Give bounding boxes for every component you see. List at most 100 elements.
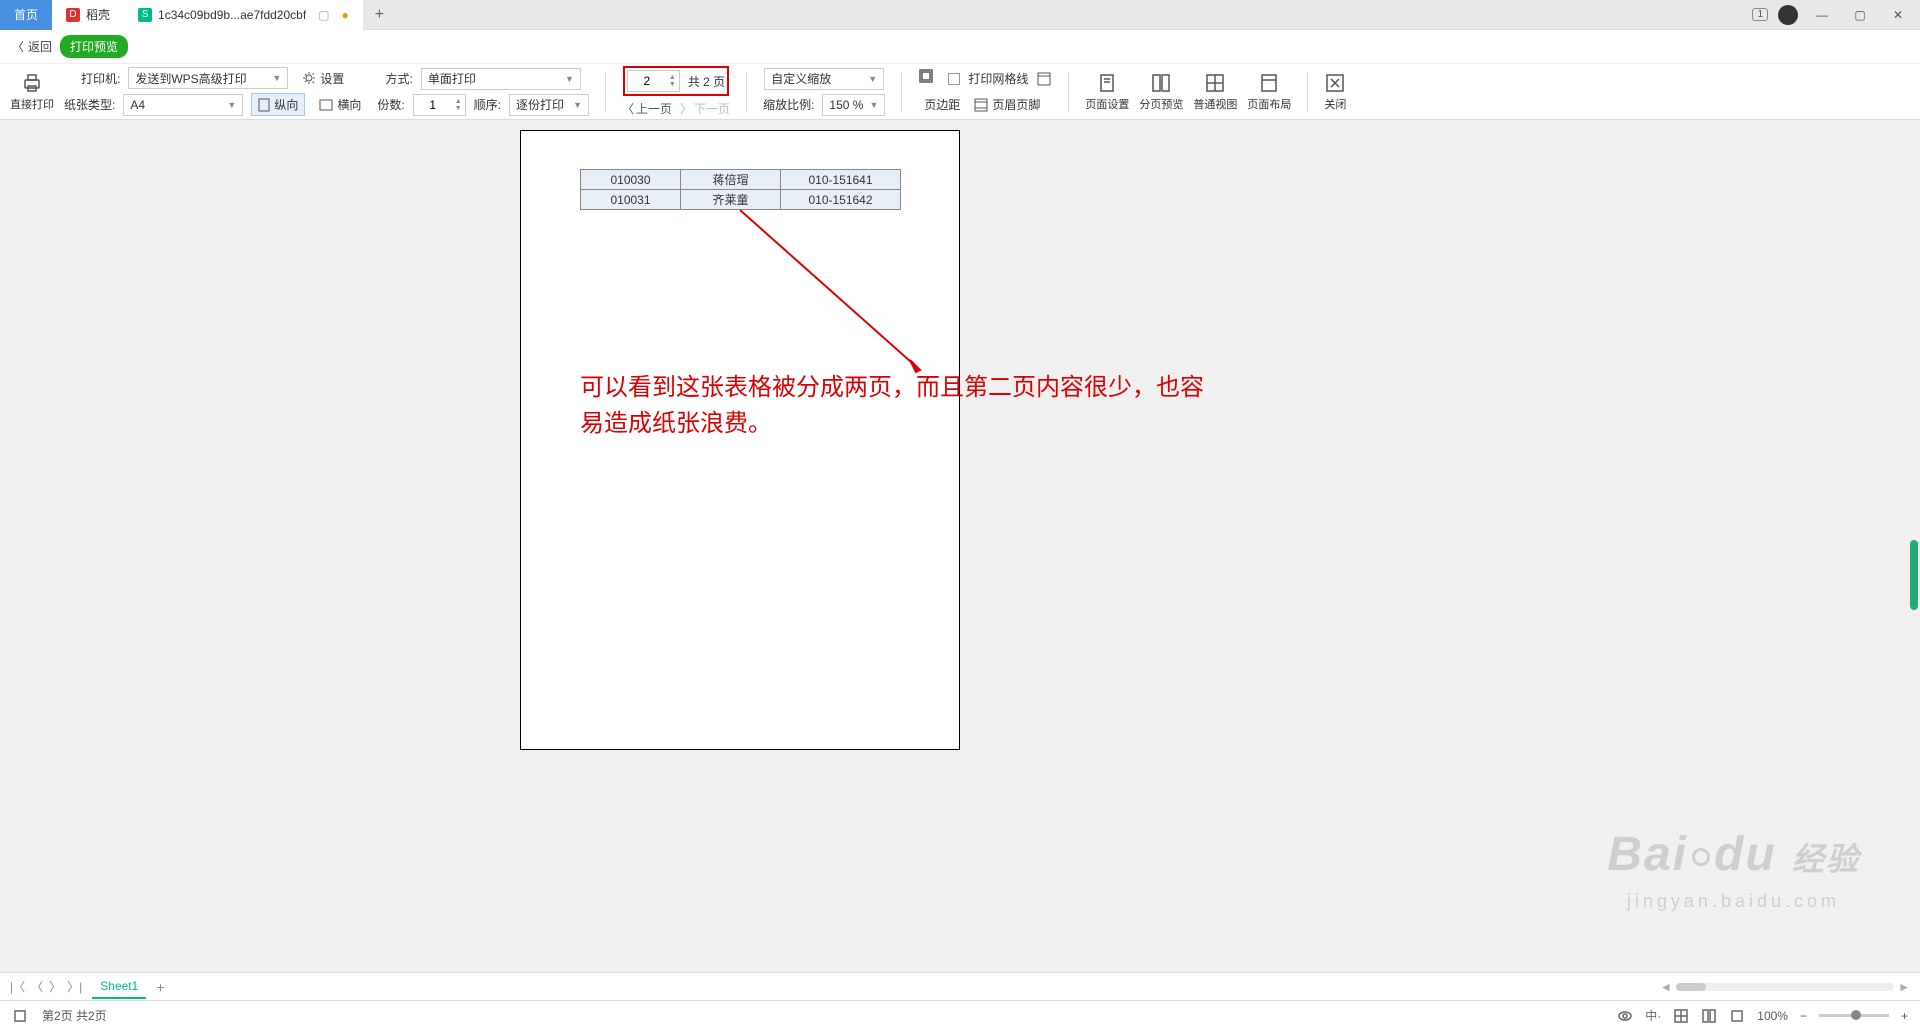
- portrait-icon: [258, 98, 270, 112]
- printer-select[interactable]: 发送到WPS高级打印▼: [128, 67, 288, 89]
- scale-select[interactable]: 150 %▼: [822, 94, 885, 116]
- landscape-icon: [319, 99, 333, 111]
- view-page-icon[interactable]: [1701, 1008, 1717, 1024]
- annotation-line1: 可以看到这张表格被分成两页，而且第二页内容很少，也容: [580, 370, 1380, 406]
- caret-down-icon: ▼: [565, 74, 574, 84]
- back-button[interactable]: 〈 返回: [12, 38, 52, 55]
- gear-icon: [302, 71, 316, 85]
- page-setup-icon: [1096, 72, 1118, 94]
- print-grid-checkbox[interactable]: [948, 73, 960, 85]
- page-input[interactable]: [628, 74, 666, 88]
- toolbar-separator: [901, 72, 902, 112]
- page-setup-button[interactable]: 页面设置: [1085, 72, 1129, 112]
- normal-view-button[interactable]: 普通视图: [1193, 72, 1237, 112]
- spreadsheet-icon: S: [138, 8, 152, 22]
- toolbar-separator: [746, 72, 747, 112]
- next-page-button[interactable]: 〉下一页: [680, 100, 730, 117]
- zoom-knob[interactable]: [1851, 1010, 1861, 1020]
- notif-badge[interactable]: 1: [1752, 8, 1768, 21]
- tab-document-label: 1c34c09bd9b...ae7fdd20cbf: [158, 8, 306, 22]
- user-avatar[interactable]: [1778, 5, 1798, 25]
- watermark-logo: Baidu 经验: [1607, 827, 1860, 882]
- sheet-add-button[interactable]: +: [156, 979, 164, 995]
- header-footer-icon-sm: [1036, 71, 1052, 87]
- horizontal-scrollbar[interactable]: ◄ ►: [1660, 982, 1910, 992]
- copies-input[interactable]: [414, 98, 452, 112]
- printer-settings-button[interactable]: 设置: [296, 67, 350, 89]
- scale-label: 缩放比例:: [763, 96, 814, 113]
- toolbar-separator: [1068, 72, 1069, 112]
- vertical-scrollbar[interactable]: [1908, 120, 1918, 972]
- spin-up-icon[interactable]: ▲: [455, 98, 462, 105]
- page-break-icon: [1150, 72, 1172, 94]
- annotation-line2: 易造成纸张浪费。: [580, 406, 1380, 442]
- prev-page-button[interactable]: 〈上一页: [622, 100, 672, 117]
- spin-down-icon[interactable]: ▼: [455, 105, 462, 112]
- close-preview-button[interactable]: 关闭: [1324, 72, 1346, 112]
- tab-document[interactable]: S 1c34c09bd9b...ae7fdd20cbf ▢ ●: [124, 0, 363, 30]
- sheet-next-button[interactable]: 〉: [49, 978, 61, 995]
- caret-down-icon: ▼: [573, 100, 582, 110]
- toolbar-separator: [1307, 72, 1308, 112]
- back-bar: 〈 返回 打印预览: [0, 30, 1920, 64]
- page-break-button[interactable]: 分页预览: [1139, 72, 1183, 112]
- sheet-last-button[interactable]: 〉|: [67, 978, 82, 995]
- page-spinner[interactable]: ▲▼: [627, 70, 680, 92]
- chinese-input-icon[interactable]: 中·: [1645, 1008, 1661, 1024]
- annotation-text: 可以看到这张表格被分成两页，而且第二页内容很少，也容 易造成纸张浪费。: [580, 370, 1380, 442]
- tab-new-button[interactable]: +: [363, 6, 396, 24]
- close-icon: [1324, 72, 1346, 94]
- minimize-button[interactable]: —: [1808, 5, 1836, 25]
- status-bar: 第2页 共2页 中· 100% − +: [0, 1000, 1920, 1030]
- margins-label[interactable]: 页边距: [924, 96, 960, 113]
- sheet-first-button[interactable]: |〈: [10, 978, 25, 995]
- caret-down-icon: ▼: [869, 100, 878, 110]
- zoom-slider[interactable]: [1819, 1014, 1889, 1017]
- zoom-mode-select[interactable]: 自定义缩放▼: [764, 68, 884, 90]
- eye-icon[interactable]: [1617, 1008, 1633, 1024]
- back-label: 返回: [28, 38, 52, 55]
- direct-print-label: 直接打印: [10, 96, 54, 112]
- mode-select[interactable]: 单面打印▼: [421, 68, 581, 90]
- page-title-badge: 打印预览: [60, 35, 128, 58]
- zoom-out-button[interactable]: −: [1800, 1009, 1807, 1023]
- tab-home[interactable]: 首页: [0, 0, 52, 30]
- paper-select[interactable]: A4▼: [123, 94, 243, 116]
- sheet-tab-bar: |〈 〈 〉 〉| Sheet1 + ◄ ►: [0, 972, 1920, 1000]
- tab-monitor-icon: ▢: [318, 8, 329, 22]
- view-custom-icon[interactable]: [1729, 1008, 1745, 1024]
- tab-daoke[interactable]: D 稻壳: [52, 0, 124, 30]
- print-grid-label: 打印网格线: [968, 70, 1028, 87]
- view-normal-icon[interactable]: [1673, 1008, 1689, 1024]
- copies-spinner[interactable]: ▲▼: [413, 94, 466, 116]
- watermark-url: jingyan.baidu.com: [1627, 891, 1840, 912]
- orientation-landscape[interactable]: 横向: [313, 94, 367, 115]
- sheet-nav: |〈 〈 〉 〉|: [10, 978, 82, 995]
- chevron-left-icon: 〈: [622, 100, 634, 117]
- tab-dirty-icon: ●: [342, 8, 349, 22]
- header-footer-button[interactable]: 页眉页脚: [968, 94, 1046, 116]
- mode-group: 方式: 单面打印▼ 份数: ▲▼ 顺序: 逐份打印▼: [377, 68, 589, 116]
- sheet-tab[interactable]: Sheet1: [92, 975, 146, 999]
- print-toolbar: 直接打印 打印机: 发送到WPS高级打印▼ 设置 纸张类型: A4▼ 纵向 横向: [0, 64, 1920, 120]
- page-layout-button[interactable]: 页面布局: [1247, 72, 1291, 112]
- sheet-prev-button[interactable]: 〈: [31, 978, 43, 995]
- orientation-portrait[interactable]: 纵向: [251, 93, 305, 116]
- spin-down-icon[interactable]: ▼: [669, 81, 676, 88]
- zoom-in-button[interactable]: +: [1901, 1009, 1908, 1023]
- mode-label: 方式:: [386, 70, 413, 87]
- preview-canvas: 010030 蒋倍瑁 010-151641 010031 齐莱童 010-151…: [0, 120, 1920, 972]
- close-window-button[interactable]: ✕: [1884, 5, 1912, 25]
- scrollbar-thumb[interactable]: [1910, 540, 1918, 610]
- order-select[interactable]: 逐份打印▼: [509, 94, 589, 116]
- direct-print-button[interactable]: 直接打印: [10, 72, 54, 112]
- zoom-value[interactable]: 100%: [1757, 1009, 1788, 1023]
- printer-icon: [21, 72, 43, 94]
- scrollbar-thumb[interactable]: [1676, 983, 1706, 991]
- maximize-button[interactable]: ▢: [1846, 5, 1874, 25]
- margins-button[interactable]: [918, 68, 940, 90]
- page-nav-group: ▲▼ 共 2 页 〈上一页 〉下一页: [622, 66, 730, 117]
- window-controls: 1 — ▢ ✕: [1752, 5, 1920, 25]
- status-doc-icon[interactable]: [12, 1008, 28, 1024]
- spin-up-icon[interactable]: ▲: [669, 74, 676, 81]
